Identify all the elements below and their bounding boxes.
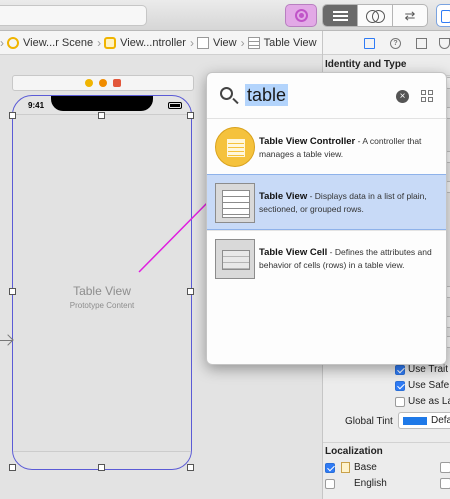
use-trait-checkbox[interactable]: Use Trait	[395, 364, 448, 375]
use-safe-checkbox[interactable]: Use Safe	[395, 380, 449, 391]
exit-icon[interactable]	[113, 79, 121, 87]
jump-bar-item-label: Table View	[263, 36, 317, 49]
standard-editor-icon	[332, 10, 348, 21]
table-view-controller-icon	[215, 127, 255, 167]
attributes-inspector-icon[interactable]	[439, 38, 450, 49]
toolbar: ⇄	[0, 0, 450, 31]
resize-handle[interactable]	[9, 112, 16, 119]
jump-bar-item-table-view[interactable]: Table View	[247, 36, 317, 49]
version-editor-icon: ⇄	[404, 7, 416, 23]
checkbox[interactable]	[395, 380, 405, 391]
editor-mode-segmented-control: ⇄	[322, 4, 428, 27]
checkbox[interactable]	[325, 462, 335, 473]
library-item-table-view-controller[interactable]: Table View Controller - A controller tha…	[207, 119, 446, 175]
localization-row-base[interactable]: Base	[325, 462, 377, 473]
jump-bar-separator: ›	[97, 35, 102, 50]
entry-point-arrow-icon[interactable]	[0, 340, 12, 341]
global-tint-value: Defau	[431, 415, 450, 426]
jump-bar-separator: ›	[189, 35, 194, 50]
resize-handle[interactable]	[187, 112, 194, 119]
global-tint-label: Global Tint	[345, 416, 393, 427]
jump-bar-item-label: View	[212, 36, 237, 49]
localization-option-checkbox[interactable]	[440, 462, 450, 473]
library-item-text: Table View Cell - Defines the attributes…	[259, 246, 438, 271]
library-item-title: Table View	[259, 190, 308, 202]
device-frame: 9:41 Table View Prototype Content	[12, 95, 192, 470]
assistant-editor-button[interactable]	[358, 5, 393, 26]
device-notch	[51, 96, 153, 111]
localization-option-checkbox[interactable]	[440, 478, 450, 489]
table-view-icon	[215, 183, 255, 223]
table-view-placeholder-title: Table View	[73, 284, 131, 298]
search-icon	[220, 87, 233, 100]
jump-bar: › View...r Scene › View...ntroller › Vie…	[0, 31, 322, 55]
quick-help-icon[interactable]: ?	[390, 38, 401, 49]
table-view-placeholder-subtitle: Prototype Content	[69, 301, 135, 310]
jump-bar-item-view[interactable]: View	[196, 36, 237, 49]
library-item-title: Table View Cell	[259, 247, 328, 258]
resize-handle[interactable]	[9, 464, 16, 471]
standard-editor-button[interactable]	[323, 5, 358, 26]
clear-search-icon[interactable]: ×	[396, 90, 409, 103]
inspector-tabs: ?	[323, 31, 450, 55]
tint-swatch	[403, 416, 427, 425]
resize-handle[interactable]	[98, 112, 105, 119]
library-item-table-view[interactable]: Table View - Displays data in a list of …	[207, 174, 446, 230]
status-time: 9:41	[28, 101, 45, 110]
resize-handle[interactable]	[9, 288, 16, 295]
version-editor-button[interactable]: ⇄	[393, 5, 427, 26]
battery-icon	[168, 102, 182, 109]
object-library-popover: table × Table View Controller - A contro…	[206, 72, 447, 365]
table-view[interactable]: Table View Prototype Content	[13, 114, 191, 452]
use-as-launch-checkbox[interactable]: Use as La	[395, 396, 450, 407]
library-icon	[295, 9, 308, 22]
checkbox-label: Use Trait	[408, 364, 449, 375]
resize-handle[interactable]	[187, 464, 194, 471]
checkbox-label: Use Safe	[408, 380, 450, 391]
divider	[323, 442, 450, 443]
global-tint-popup[interactable]: Defau	[398, 412, 450, 429]
localization-row-english[interactable]: English	[325, 478, 387, 489]
library-item-text: Table View Controller - A controller tha…	[259, 135, 438, 160]
library-button[interactable]	[285, 4, 317, 27]
resize-handle[interactable]	[187, 288, 194, 295]
localization-label: English	[354, 478, 387, 489]
grid-view-icon[interactable]	[421, 90, 433, 102]
checkbox[interactable]	[395, 364, 405, 375]
jump-bar-item-scene[interactable]: View...r Scene	[7, 36, 94, 49]
view-icon	[196, 36, 209, 49]
resize-handle[interactable]	[98, 464, 105, 471]
library-item-table-view-cell[interactable]: Table View Cell - Defines the attributes…	[207, 230, 446, 286]
jump-bar-item-label: View...ntroller	[120, 36, 186, 49]
table-view-icon	[247, 36, 260, 49]
jump-bar-item-label: View...r Scene	[23, 36, 94, 49]
file-icon	[341, 462, 350, 473]
jump-bar-separator: ›	[240, 35, 245, 50]
localization-section-title: Localization	[325, 446, 383, 457]
navigator-toggle-button[interactable]	[436, 4, 450, 27]
checkbox[interactable]	[325, 478, 335, 489]
checkbox[interactable]	[395, 396, 405, 407]
view-controller-icon	[104, 36, 117, 49]
checkbox-label: Use as La	[408, 396, 450, 407]
activity-field[interactable]	[0, 5, 147, 26]
file-inspector-icon[interactable]	[364, 38, 375, 49]
table-view-cell-icon	[215, 239, 255, 279]
scene-icon	[7, 36, 19, 49]
assistant-editor-icon	[366, 9, 385, 23]
first-responder-icon[interactable]	[99, 79, 107, 87]
jump-bar-separator: ›	[0, 35, 4, 50]
library-search-row: table ×	[207, 73, 446, 119]
scene-dock	[12, 75, 194, 91]
library-search-input[interactable]: table	[245, 84, 289, 106]
library-item-text: Table View - Displays data in a list of …	[259, 190, 438, 215]
localization-label: Base	[354, 462, 377, 473]
view-controller-icon[interactable]	[85, 79, 93, 87]
identity-section-title: Identity and Type	[325, 59, 407, 70]
library-item-title: Table View Controller	[259, 135, 356, 147]
identity-inspector-icon[interactable]	[416, 38, 427, 49]
jump-bar-item-view-controller[interactable]: View...ntroller	[104, 36, 186, 49]
